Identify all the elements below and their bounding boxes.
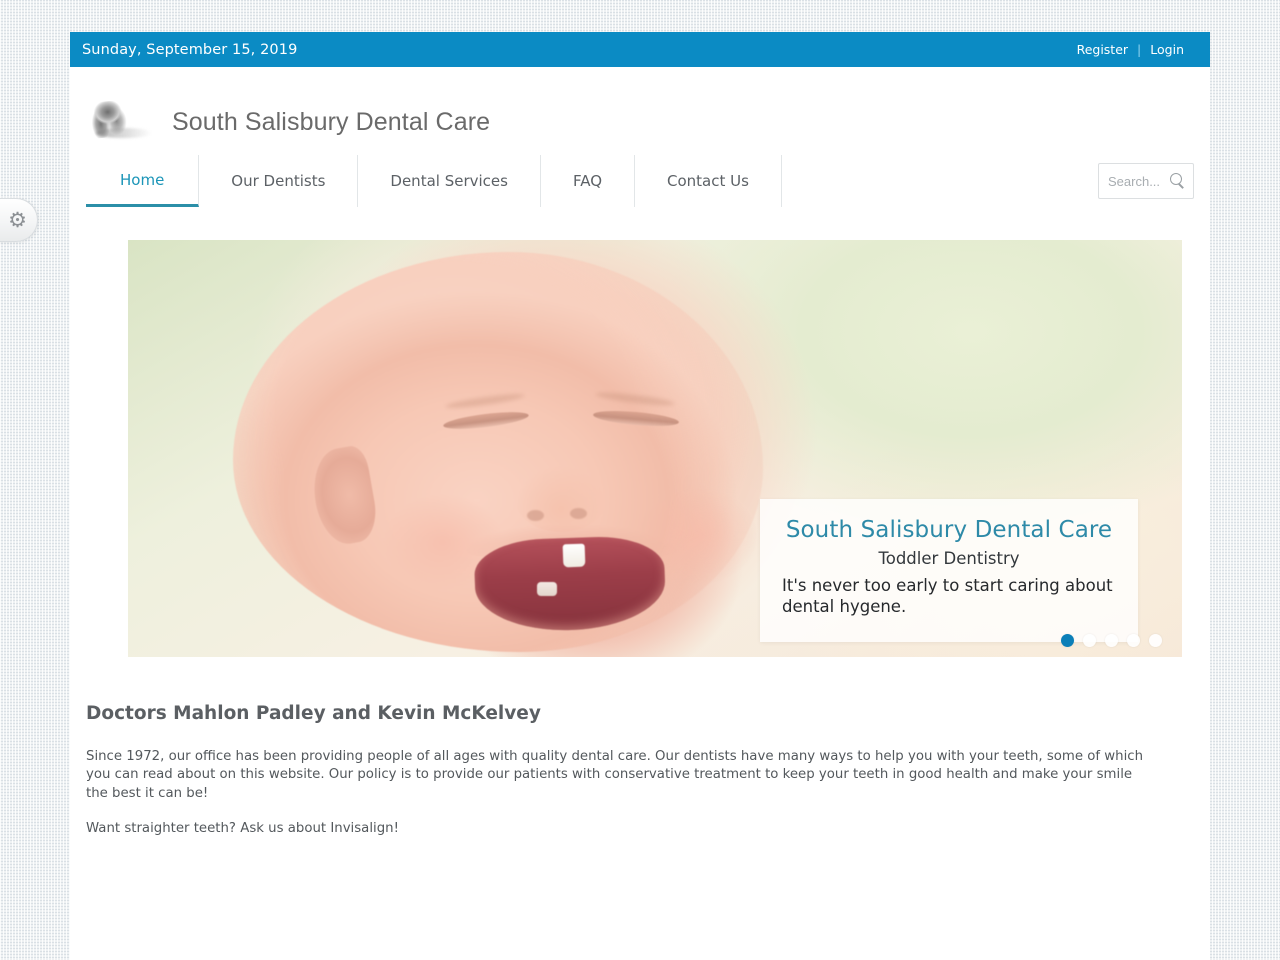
hero-dot-4[interactable]: [1127, 634, 1140, 647]
hero-dot-2[interactable]: [1083, 634, 1096, 647]
gear-icon: ⚙: [8, 207, 27, 232]
register-link[interactable]: Register: [1068, 42, 1137, 57]
tooth-logo-icon[interactable]: [86, 101, 158, 143]
page-title: South Salisbury Dental Care: [172, 107, 491, 136]
nav-item-contact-us[interactable]: Contact Us: [635, 155, 782, 207]
nav-item-our-dentists[interactable]: Our Dentists: [199, 155, 359, 207]
main-navigation: Home Our Dentists Dental Services FAQ Co…: [86, 155, 782, 211]
article-paragraph-2: Want straighter teeth? Ask us about Invi…: [86, 821, 399, 837]
nav-item-faq[interactable]: FAQ: [541, 155, 636, 207]
site-header: South Salisbury Dental Care: [70, 67, 1210, 155]
login-link[interactable]: Login: [1141, 42, 1193, 57]
account-links: Register | Login: [1068, 42, 1193, 57]
hero-dot-1[interactable]: [1061, 634, 1074, 647]
nav-item-dental-services[interactable]: Dental Services: [358, 155, 541, 207]
hero-caption-subtitle: Toddler Dentistry: [878, 549, 1020, 568]
content-card: South Salisbury Dental Care Home Our Den…: [70, 67, 1210, 960]
search-icon[interactable]: [1170, 173, 1186, 189]
site-page: Sunday, September 15, 2019 Register | Lo…: [70, 32, 1210, 960]
hero-pagination-dots: [1061, 634, 1162, 647]
hero-caption-title: South Salisbury Dental Care: [785, 517, 1113, 543]
hero-dot-5[interactable]: [1149, 634, 1162, 647]
hero-slider[interactable]: South Salisbury Dental Care Toddler Dent…: [128, 240, 1182, 657]
top-utility-bar: Sunday, September 15, 2019 Register | Lo…: [70, 32, 1210, 67]
settings-tab-button[interactable]: ⚙: [0, 198, 38, 242]
hero-dot-3[interactable]: [1105, 634, 1118, 647]
current-date-label: Sunday, September 15, 2019: [82, 41, 298, 58]
hero-caption: South Salisbury Dental Care Toddler Dent…: [760, 499, 1138, 642]
navigation-row: Home Our Dentists Dental Services FAQ Co…: [70, 155, 1210, 215]
search-input[interactable]: [1106, 172, 1170, 190]
article-heading: Doctors Mahlon Padley and Kevin McKelvey: [86, 703, 541, 724]
nav-item-home[interactable]: Home: [86, 155, 200, 207]
article-paragraph-1: Since 1972, our office has been providin…: [86, 749, 1144, 801]
search-box[interactable]: [1098, 163, 1194, 199]
article-section: Doctors Mahlon Padley and Kevin McKelvey…: [70, 657, 1210, 838]
hero-caption-text: It's never too early to start caring abo…: [782, 576, 1113, 617]
